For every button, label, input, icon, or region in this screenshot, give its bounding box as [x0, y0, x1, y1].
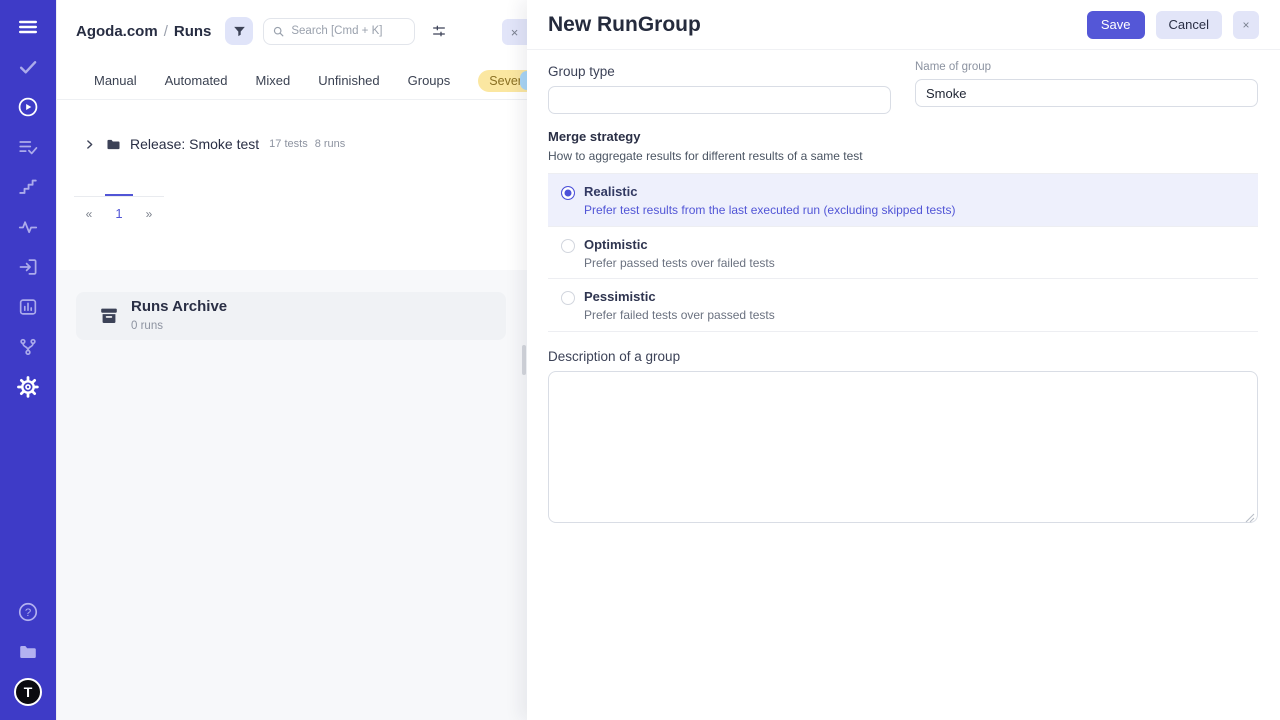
filter-tab-automated[interactable]: Automated	[165, 73, 228, 88]
option-description: Prefer failed tests over passed tests	[584, 308, 775, 322]
page-title: New RunGroup	[548, 13, 1087, 37]
option-realistic[interactable]: Realistic Prefer test results from the l…	[548, 174, 1258, 227]
pagination-prev-button[interactable]: «	[74, 206, 104, 221]
projects-folder-icon[interactable]	[16, 640, 40, 664]
breadcrumb-page: Runs	[174, 23, 212, 40]
form-header: New RunGroup Save Cancel ×	[527, 0, 1280, 50]
option-description: Prefer passed tests over failed tests	[584, 256, 775, 270]
test-plans-icon[interactable]	[16, 135, 40, 159]
option-title: Optimistic	[584, 237, 775, 252]
description-textarea[interactable]	[548, 371, 1258, 523]
funnel-icon	[232, 24, 247, 39]
search-icon	[272, 25, 285, 38]
breadcrumb-project[interactable]: Agoda.com	[76, 23, 158, 40]
app-sidebar: ? T	[0, 0, 56, 720]
user-avatar[interactable]: T	[14, 678, 42, 706]
breadcrumb-separator: /	[164, 23, 168, 40]
form-body: Group type Name of group Merge strategy …	[527, 50, 1280, 523]
sliders-icon	[431, 23, 447, 39]
runs-filter-bar: Manual Automated Mixed Unfinished Groups…	[57, 62, 527, 100]
option-title: Realistic	[584, 184, 956, 199]
close-button[interactable]: ×	[1233, 11, 1259, 39]
group-type-input[interactable]	[548, 86, 891, 114]
search-input[interactable]	[291, 25, 403, 37]
steps-icon[interactable]	[16, 175, 40, 199]
runs-header: Agoda.com / Runs ×	[57, 0, 527, 62]
option-title: Pessimistic	[584, 289, 775, 304]
save-button[interactable]: Save	[1087, 11, 1145, 39]
run-group-tests-count: 17 tests	[269, 138, 308, 150]
adjustments-button[interactable]	[427, 19, 451, 43]
merge-strategy-hint: How to aggregate results for different r…	[548, 149, 1258, 163]
pagination: « 1 »	[74, 206, 527, 221]
panel-close-button[interactable]: ×	[502, 19, 527, 45]
group-type-label: Group type	[548, 64, 891, 79]
runs-list-panel: Agoda.com / Runs × Manual Automated Mixed …	[56, 0, 527, 720]
archive-title: Runs Archive	[131, 298, 227, 315]
group-name-label: Name of group	[915, 61, 1258, 73]
menu-icon[interactable]	[16, 15, 40, 39]
folder-icon	[105, 136, 122, 153]
branches-icon[interactable]	[16, 335, 40, 359]
pagination-track	[74, 196, 164, 197]
option-pessimistic[interactable]: Pessimistic Prefer failed tests over pas…	[548, 279, 1258, 332]
group-type-field: Group type	[548, 58, 891, 114]
radio-checked-icon[interactable]	[561, 186, 575, 200]
description-label: Description of a group	[548, 349, 1258, 364]
merge-strategy-label: Merge strategy	[548, 129, 1258, 144]
pulse-icon[interactable]	[16, 215, 40, 239]
merge-strategy-options: Realistic Prefer test results from the l…	[548, 173, 1258, 332]
tests-icon[interactable]	[16, 55, 40, 79]
cancel-button[interactable]: Cancel	[1156, 11, 1222, 39]
pagination-active-indicator	[105, 194, 133, 196]
archive-box-icon	[98, 305, 120, 327]
breadcrumb: Agoda.com / Runs	[76, 23, 211, 40]
avatar-letter: T	[24, 684, 33, 700]
archive-count: 0 runs	[131, 320, 163, 332]
new-rungroup-panel: New RunGroup Save Cancel × Group type Na…	[527, 0, 1280, 720]
filter-tab-manual[interactable]: Manual	[94, 73, 137, 88]
option-description: Prefer test results from the last execut…	[584, 203, 956, 217]
runs-icon[interactable]	[16, 95, 40, 119]
reports-icon[interactable]	[16, 295, 40, 319]
run-group-row[interactable]: Release: Smoke test 17 tests 8 runs	[57, 131, 527, 157]
scrollbar-thumb[interactable]	[522, 345, 526, 375]
help-icon[interactable]: ?	[16, 600, 40, 624]
pagination-next-button[interactable]: »	[134, 206, 164, 221]
radio-unchecked-icon[interactable]	[561, 291, 575, 305]
svg-text:?: ?	[25, 607, 31, 619]
filter-tab-unfinished[interactable]: Unfinished	[318, 73, 379, 88]
group-name-input[interactable]	[915, 79, 1258, 107]
radio-unchecked-icon[interactable]	[561, 239, 575, 253]
run-group-runs-count: 8 runs	[315, 138, 346, 150]
archive-section: Runs Archive 0 runs	[57, 270, 527, 720]
group-name-field: Name of group	[915, 58, 1258, 114]
clipped-filter-badge[interactable]	[520, 71, 527, 90]
import-icon[interactable]	[16, 255, 40, 279]
filter-tab-mixed[interactable]: Mixed	[256, 73, 291, 88]
filter-button[interactable]	[225, 17, 253, 45]
settings-gear-icon[interactable]	[16, 375, 40, 399]
chevron-right-icon[interactable]	[83, 138, 96, 151]
search-box[interactable]	[263, 18, 415, 45]
run-group-name[interactable]: Release: Smoke test	[130, 136, 259, 152]
pagination-page-1[interactable]: 1	[104, 206, 134, 221]
runs-archive-row[interactable]: Runs Archive 0 runs	[76, 292, 506, 340]
option-optimistic[interactable]: Optimistic Prefer passed tests over fail…	[548, 227, 1258, 280]
filter-tab-groups[interactable]: Groups	[408, 73, 451, 88]
